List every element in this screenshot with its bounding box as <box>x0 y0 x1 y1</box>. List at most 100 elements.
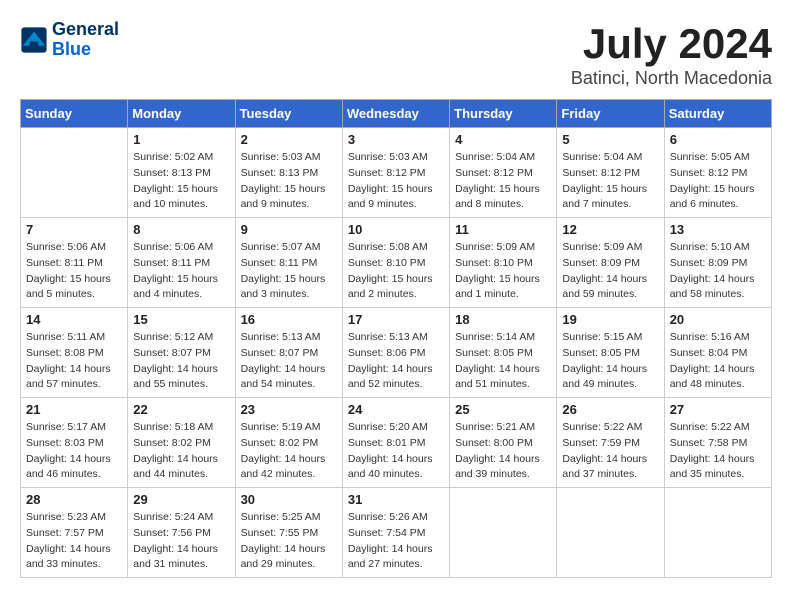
subtitle: Batinci, North Macedonia <box>571 68 772 89</box>
day-cell: 14 Sunrise: 5:11 AMSunset: 8:08 PMDayligh… <box>21 308 128 398</box>
calendar-table: SundayMondayTuesdayWednesdayThursdayFrid… <box>20 99 772 578</box>
day-info: Sunrise: 5:05 AMSunset: 8:12 PMDaylight:… <box>670 150 766 213</box>
day-cell: 2 Sunrise: 5:03 AMSunset: 8:13 PMDaylight… <box>235 128 342 218</box>
day-cell: 21 Sunrise: 5:17 AMSunset: 8:03 PMDayligh… <box>21 398 128 488</box>
day-cell: 9 Sunrise: 5:07 AMSunset: 8:11 PMDaylight… <box>235 218 342 308</box>
day-number: 5 <box>562 132 658 147</box>
day-cell <box>664 488 771 578</box>
week-row-5: 28 Sunrise: 5:23 AMSunset: 7:57 PMDayligh… <box>21 488 772 578</box>
day-number: 18 <box>455 312 551 327</box>
day-cell: 20Sunrise: 5:16 AMSunset: 8:04 PMDayligh… <box>664 308 771 398</box>
day-info: Sunrise: 5:02 AMSunset: 8:13 PMDaylight:… <box>133 150 229 213</box>
day-info: Sunrise: 5:03 AMSunset: 8:13 PMDaylight:… <box>241 150 337 213</box>
day-info: Sunrise: 5:11 AMSunset: 8:08 PMDaylight:… <box>26 330 122 393</box>
day-info: Sunrise: 5:16 AMSunset: 8:04 PMDaylight:… <box>670 330 766 393</box>
day-cell: 8 Sunrise: 5:06 AMSunset: 8:11 PMDaylight… <box>128 218 235 308</box>
day-info: Sunrise: 5:22 AMSunset: 7:59 PMDaylight:… <box>562 420 658 483</box>
day-info: Sunrise: 5:06 AMSunset: 8:11 PMDaylight:… <box>133 240 229 303</box>
day-info: Sunrise: 5:17 AMSunset: 8:03 PMDaylight:… <box>26 420 122 483</box>
day-cell: 26 Sunrise: 5:22 AMSunset: 7:59 PMDayligh… <box>557 398 664 488</box>
day-cell: 11 Sunrise: 5:09 AMSunset: 8:10 PMDayligh… <box>450 218 557 308</box>
day-number: 26 <box>562 402 658 417</box>
day-cell: 7 Sunrise: 5:06 AMSunset: 8:11 PMDaylight… <box>21 218 128 308</box>
day-cell: 22Sunrise: 5:18 AMSunset: 8:02 PMDayligh… <box>128 398 235 488</box>
header-cell-sunday: Sunday <box>21 100 128 128</box>
day-info: Sunrise: 5:08 AMSunset: 8:10 PMDaylight:… <box>348 240 444 303</box>
day-cell: 25 Sunrise: 5:21 AMSunset: 8:00 PMDayligh… <box>450 398 557 488</box>
calendar-header: SundayMondayTuesdayWednesdayThursdayFrid… <box>21 100 772 128</box>
day-info: Sunrise: 5:23 AMSunset: 7:57 PMDaylight:… <box>26 510 122 573</box>
day-number: 28 <box>26 492 122 507</box>
week-row-4: 21 Sunrise: 5:17 AMSunset: 8:03 PMDayligh… <box>21 398 772 488</box>
day-number: 7 <box>26 222 122 237</box>
page-header: General Blue July 2024 Batinci, North Ma… <box>20 20 772 89</box>
day-number: 16 <box>241 312 337 327</box>
day-cell: 28 Sunrise: 5:23 AMSunset: 7:57 PMDayligh… <box>21 488 128 578</box>
day-info: Sunrise: 5:03 AMSunset: 8:12 PMDaylight:… <box>348 150 444 213</box>
week-row-1: 1Sunrise: 5:02 AMSunset: 8:13 PMDaylight… <box>21 128 772 218</box>
day-cell: 29Sunrise: 5:24 AMSunset: 7:56 PMDayligh… <box>128 488 235 578</box>
day-cell: 30Sunrise: 5:25 AMSunset: 7:55 PMDayligh… <box>235 488 342 578</box>
day-number: 19 <box>562 312 658 327</box>
day-number: 4 <box>455 132 551 147</box>
day-number: 23 <box>241 402 337 417</box>
day-cell: 27 Sunrise: 5:22 AMSunset: 7:58 PMDayligh… <box>664 398 771 488</box>
day-info: Sunrise: 5:04 AMSunset: 8:12 PMDaylight:… <box>455 150 551 213</box>
day-number: 25 <box>455 402 551 417</box>
week-row-3: 14 Sunrise: 5:11 AMSunset: 8:08 PMDayligh… <box>21 308 772 398</box>
day-cell: 13Sunrise: 5:10 AMSunset: 8:09 PMDayligh… <box>664 218 771 308</box>
logo-text: General Blue <box>52 20 119 60</box>
header-row: SundayMondayTuesdayWednesdayThursdayFrid… <box>21 100 772 128</box>
day-number: 14 <box>26 312 122 327</box>
day-number: 31 <box>348 492 444 507</box>
day-cell: 1Sunrise: 5:02 AMSunset: 8:13 PMDaylight… <box>128 128 235 218</box>
day-cell: 23 Sunrise: 5:19 AMSunset: 8:02 PMDayligh… <box>235 398 342 488</box>
day-info: Sunrise: 5:09 AMSunset: 8:10 PMDaylight:… <box>455 240 551 303</box>
day-cell: 17Sunrise: 5:13 AMSunset: 8:06 PMDayligh… <box>342 308 449 398</box>
day-number: 29 <box>133 492 229 507</box>
day-cell <box>557 488 664 578</box>
day-cell: 6 Sunrise: 5:05 AMSunset: 8:12 PMDaylight… <box>664 128 771 218</box>
day-number: 2 <box>241 132 337 147</box>
day-number: 3 <box>348 132 444 147</box>
day-number: 8 <box>133 222 229 237</box>
day-info: Sunrise: 5:09 AMSunset: 8:09 PMDaylight:… <box>562 240 658 303</box>
day-info: Sunrise: 5:06 AMSunset: 8:11 PMDaylight:… <box>26 240 122 303</box>
day-info: Sunrise: 5:21 AMSunset: 8:00 PMDaylight:… <box>455 420 551 483</box>
day-number: 12 <box>562 222 658 237</box>
day-info: Sunrise: 5:26 AMSunset: 7:54 PMDaylight:… <box>348 510 444 573</box>
header-cell-friday: Friday <box>557 100 664 128</box>
header-cell-tuesday: Tuesday <box>235 100 342 128</box>
logo-icon <box>20 26 48 54</box>
day-info: Sunrise: 5:15 AMSunset: 8:05 PMDaylight:… <box>562 330 658 393</box>
day-info: Sunrise: 5:19 AMSunset: 8:02 PMDaylight:… <box>241 420 337 483</box>
day-cell: 12 Sunrise: 5:09 AMSunset: 8:09 PMDayligh… <box>557 218 664 308</box>
week-row-2: 7 Sunrise: 5:06 AMSunset: 8:11 PMDaylight… <box>21 218 772 308</box>
day-cell: 5Sunrise: 5:04 AMSunset: 8:12 PMDaylight… <box>557 128 664 218</box>
header-cell-thursday: Thursday <box>450 100 557 128</box>
day-info: Sunrise: 5:20 AMSunset: 8:01 PMDaylight:… <box>348 420 444 483</box>
header-cell-wednesday: Wednesday <box>342 100 449 128</box>
day-info: Sunrise: 5:07 AMSunset: 8:11 PMDaylight:… <box>241 240 337 303</box>
day-info: Sunrise: 5:22 AMSunset: 7:58 PMDaylight:… <box>670 420 766 483</box>
day-cell: 19 Sunrise: 5:15 AMSunset: 8:05 PMDayligh… <box>557 308 664 398</box>
day-number: 27 <box>670 402 766 417</box>
day-cell: 4 Sunrise: 5:04 AMSunset: 8:12 PMDaylight… <box>450 128 557 218</box>
logo: General Blue <box>20 20 119 60</box>
day-info: Sunrise: 5:13 AMSunset: 8:06 PMDaylight:… <box>348 330 444 393</box>
day-number: 21 <box>26 402 122 417</box>
day-cell <box>21 128 128 218</box>
day-cell: 18Sunrise: 5:14 AMSunset: 8:05 PMDayligh… <box>450 308 557 398</box>
day-number: 22 <box>133 402 229 417</box>
calendar-body: 1Sunrise: 5:02 AMSunset: 8:13 PMDaylight… <box>21 128 772 578</box>
day-number: 9 <box>241 222 337 237</box>
day-info: Sunrise: 5:13 AMSunset: 8:07 PMDaylight:… <box>241 330 337 393</box>
day-number: 30 <box>241 492 337 507</box>
header-cell-saturday: Saturday <box>664 100 771 128</box>
day-info: Sunrise: 5:12 AMSunset: 8:07 PMDaylight:… <box>133 330 229 393</box>
day-number: 6 <box>670 132 766 147</box>
day-cell: 10 Sunrise: 5:08 AMSunset: 8:10 PMDayligh… <box>342 218 449 308</box>
day-number: 11 <box>455 222 551 237</box>
day-number: 10 <box>348 222 444 237</box>
title-block: July 2024 Batinci, North Macedonia <box>571 20 772 89</box>
